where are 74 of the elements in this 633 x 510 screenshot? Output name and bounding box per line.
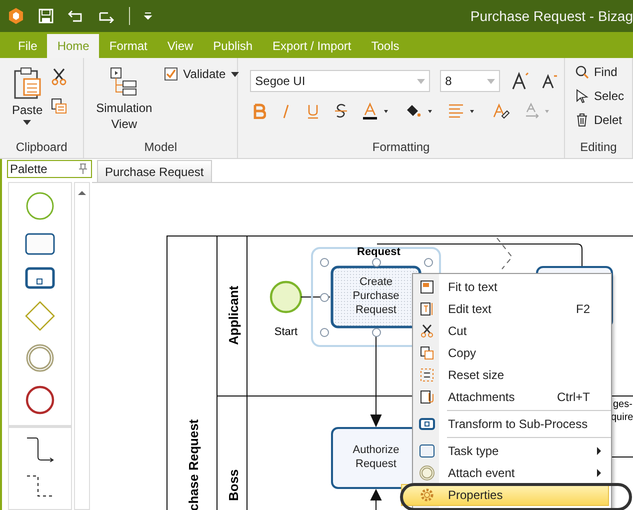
lane-label: Boss xyxy=(226,469,241,501)
start-event-shape[interactable] xyxy=(25,191,55,221)
caret-icon xyxy=(417,78,426,84)
sequence-flow-shape[interactable] xyxy=(25,436,55,462)
pin-icon[interactable] xyxy=(79,163,87,175)
end-event-shape[interactable] xyxy=(25,385,55,415)
caret-icon xyxy=(230,72,239,76)
subprocess-shape[interactable] xyxy=(25,267,55,289)
subprocess-icon xyxy=(419,418,435,430)
find-button[interactable]: Find xyxy=(570,62,622,82)
message-flow xyxy=(496,238,513,270)
menu-item[interactable]: Attach event xyxy=(413,462,611,484)
app-logo-icon[interactable] xyxy=(7,7,25,25)
task-icon xyxy=(419,444,435,458)
search-icon xyxy=(574,65,589,79)
partial-text: ges- xyxy=(613,399,632,410)
cut-icon[interactable] xyxy=(50,68,67,86)
task-label: Create Purchase Request xyxy=(352,275,400,317)
menu-item[interactable]: Transform to Sub-Process xyxy=(413,413,611,435)
partial-text: quire xyxy=(611,412,633,423)
task-label: Authorize Request xyxy=(352,443,400,471)
menu-item[interactable]: Task type xyxy=(413,440,611,462)
message-flow-shape[interactable] xyxy=(25,474,55,498)
font-size-dropdown[interactable]: 8 xyxy=(440,70,500,92)
sequence-flow xyxy=(370,488,382,510)
clear-format-icon[interactable] xyxy=(492,102,510,120)
font-color-icon[interactable] xyxy=(362,102,390,120)
lane-label: Applicant xyxy=(226,286,241,345)
copy-icon xyxy=(420,346,434,360)
select-button[interactable]: Selec xyxy=(570,86,628,106)
paste-button[interactable]: Paste xyxy=(4,64,51,140)
start-label: Start xyxy=(274,326,298,338)
clipboard-icon xyxy=(12,66,42,100)
start-event xyxy=(270,280,302,314)
caret-icon xyxy=(487,78,496,84)
fit-text-icon xyxy=(420,280,434,294)
menu-item[interactable]: Cut xyxy=(413,320,611,342)
simulation-view-button[interactable]: Simulation View xyxy=(88,64,160,140)
customize-dropdown-icon[interactable] xyxy=(143,11,153,21)
grow-font-icon[interactable] xyxy=(510,71,530,91)
gear-icon xyxy=(419,487,435,503)
edit-text-icon xyxy=(420,302,434,316)
menu-item[interactable]: Reset size xyxy=(413,364,611,386)
attachment-icon xyxy=(420,390,434,404)
cursor-icon xyxy=(574,89,589,103)
shrink-font-icon[interactable] xyxy=(540,72,558,90)
validate-button[interactable]: Validate xyxy=(160,64,243,84)
intermediate-event-shape[interactable] xyxy=(25,343,55,373)
strikethrough-icon[interactable] xyxy=(334,103,348,119)
diagram-view-icon xyxy=(109,66,140,98)
save-icon[interactable] xyxy=(38,8,54,24)
submenu-arrow-icon xyxy=(596,447,602,455)
trash-icon xyxy=(574,113,589,127)
group-label: Model xyxy=(143,140,178,156)
cut-icon xyxy=(420,324,434,338)
menu-item[interactable]: Copy xyxy=(413,342,611,364)
window-title: Purchase Request - Bizag xyxy=(470,8,633,24)
delete-button[interactable]: Delet xyxy=(570,110,626,130)
group-label: Editing xyxy=(579,140,618,156)
event-icon xyxy=(419,465,435,481)
menu-item[interactable]: Properties xyxy=(401,484,609,506)
menu-item[interactable]: Attachments Ctrl+T xyxy=(413,386,611,408)
reset-size-icon xyxy=(420,368,434,382)
copy-icon[interactable] xyxy=(50,98,67,114)
submenu-arrow-icon xyxy=(596,469,602,477)
palette-title: Palette xyxy=(10,162,48,176)
group-label: Request xyxy=(357,246,400,258)
font-family-dropdown[interactable]: Segoe UI xyxy=(250,70,430,92)
task-shape[interactable] xyxy=(25,233,55,255)
group-label: Formatting xyxy=(371,140,431,156)
caret-icon xyxy=(23,120,32,125)
document-tab[interactable]: Purchase Request xyxy=(97,160,212,182)
task[interactable] xyxy=(330,266,422,328)
group-label: Clipboard xyxy=(14,140,68,156)
